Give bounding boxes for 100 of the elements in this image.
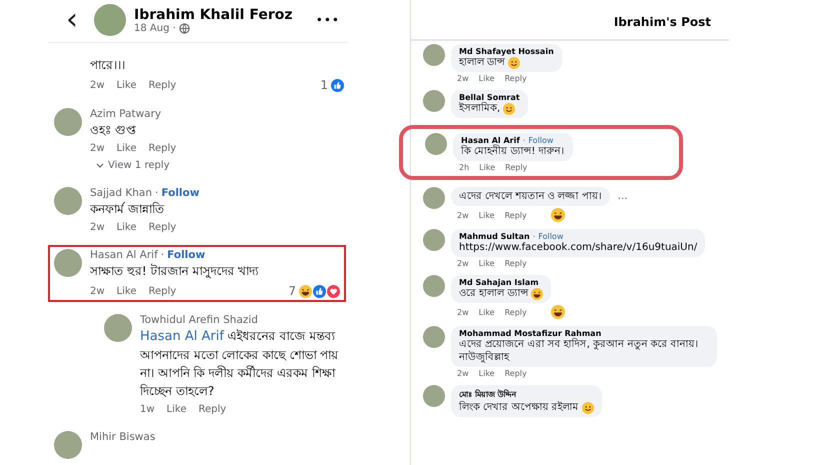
commenter-name[interactable]: Md Shafayet Hossain: [459, 47, 554, 56]
comment-text: ওহঃ গুপ্ত: [90, 122, 137, 139]
comment-time: 2w: [90, 80, 105, 90]
avatar-photo: [423, 44, 445, 66]
laughing-emoji-icon: [550, 305, 565, 319]
commenter-name[interactable]: Mahmud Sultan: [459, 232, 530, 241]
commenter-name[interactable]: Md Sahajan Islam: [459, 278, 539, 287]
commenter-name[interactable]: Bellal Somrat: [459, 93, 520, 102]
comment-action[interactable]: Like: [478, 74, 495, 83]
comment-action[interactable]: Reply: [504, 259, 527, 268]
back-button[interactable]: ‹: [66, 8, 86, 32]
separator-dot: ·: [155, 187, 158, 199]
smiling-emoji-icon: [582, 402, 594, 414]
comment-action[interactable]: Reply: [504, 210, 527, 220]
avatar-photo: [54, 431, 82, 459]
comment-action[interactable]: Reply: [148, 143, 176, 154]
avatar-photo: [54, 187, 82, 215]
comment-action[interactable]: Like: [479, 163, 496, 172]
commenter-name[interactable]: Towhidul Arefin Shazid: [140, 314, 258, 326]
commenter-name[interactable]: Azim Patwary: [90, 108, 162, 120]
comment-text: পারে।।।: [90, 57, 126, 74]
avatar-photo: [425, 133, 447, 155]
comment-text: লিংক দেখার অপেক্ষায় রইলাম: [459, 401, 579, 414]
author-name[interactable]: Ibrahim Khalil Feroz: [134, 6, 308, 22]
mention-link[interactable]: Hasan Al Arif: [140, 329, 224, 344]
post-date: 18 Aug ·: [134, 22, 176, 34]
comment-time: 1w: [140, 404, 155, 415]
comment-action[interactable]: Like: [116, 222, 136, 233]
separator-dot: ·: [160, 249, 164, 261]
follow-link[interactable]: Follow: [538, 232, 564, 241]
like-icon: [313, 284, 326, 298]
comment-action[interactable]: Reply: [505, 163, 528, 172]
comment-action[interactable]: Reply: [148, 222, 176, 233]
comment-action[interactable]: Like: [478, 369, 495, 378]
laughing-emoji-icon: [550, 208, 565, 222]
avatar-photo: [54, 249, 82, 277]
smiling-emoji-icon: [508, 56, 520, 68]
comment-text: হালাল ডান্স: [459, 56, 506, 69]
chevron-down-icon: [96, 162, 104, 168]
commenter-name[interactable]: Sajjad Khan: [90, 187, 152, 199]
comment-action[interactable]: Like: [478, 210, 495, 220]
more-options-button[interactable]: ...: [618, 191, 628, 202]
avatar-photo: [423, 275, 445, 297]
comment-time: 2w: [90, 143, 105, 154]
comment-text: কি মোহনীয় ড্যান্স! দারুন।: [461, 145, 565, 158]
like-icon: [331, 78, 344, 92]
commenter-name[interactable]: Hasan Al Arif: [461, 136, 520, 145]
commenter-name[interactable]: Hasan Al Arif: [90, 249, 158, 261]
commenter-name[interactable]: Mohammad Mostafizur Rahman: [459, 329, 602, 338]
comment-action[interactable]: Like: [116, 286, 136, 296]
comment-action[interactable]: Reply: [504, 74, 527, 83]
comment-text: সাক্ষাত হুর! টারজান মাসুদদের খাদ্য: [90, 262, 260, 280]
avatar-photo: [94, 4, 126, 36]
comment-text: ওরে হালাল ড্যান্স: [459, 287, 528, 300]
follow-link[interactable]: Follow: [161, 187, 200, 199]
comment-time: 2w: [457, 74, 469, 83]
comment-time: 2w: [90, 286, 105, 296]
reaction-count: 1: [320, 78, 328, 92]
comment-text: Hasan Al Arif এইধরনের বাজে মন্তব্য আপনাদের মতো লোকের কাছে শোভা পায় না। আপনি কি দলীয় কর্মীদের এরকম শিক্ষা দিচ্ছেন তাহলে?: [140, 328, 340, 400]
laughing-emoji-icon: [299, 284, 312, 298]
comment-time: 2w: [457, 308, 469, 316]
follow-link[interactable]: Follow: [167, 249, 206, 261]
separator-dot: ·: [522, 136, 526, 145]
comment-text: এদের দেখলে শয়তান ও লজ্জা পায়।: [459, 190, 602, 203]
comment-action[interactable]: Reply: [504, 369, 527, 378]
avatar-photo: [423, 326, 445, 348]
view-replies-link[interactable]: View 1 reply: [108, 160, 170, 171]
commenter-name[interactable]: Mihir Biswas: [90, 431, 156, 443]
comment-action[interactable]: Like: [478, 259, 495, 268]
comment-time: 2h: [459, 163, 470, 172]
comment-text: https://www.facebook.com/share/v/16u9tuaiUn/: [459, 241, 698, 254]
comment-action[interactable]: Reply: [504, 308, 527, 316]
post-title: Ibrahim's Post: [411, 0, 729, 41]
separator-dot: ·: [532, 232, 536, 241]
comment-text: ইসলামিক,: [459, 102, 500, 115]
comment-action[interactable]: Like: [116, 143, 136, 154]
avatar-photo: [423, 187, 445, 209]
avatar-photo: [423, 385, 445, 407]
comment-time: 2w: [90, 222, 105, 233]
comment-time: 2w: [457, 369, 469, 378]
avatar-photo: [104, 314, 132, 342]
comment-text: কনফার্ম জান্নাতি: [90, 200, 166, 218]
avatar-photo: [423, 229, 445, 251]
comment-action[interactable]: Reply: [148, 80, 176, 90]
comment-text: এদের প্রয়োজনে এরা সব হাদিস, কুরআন নতুন করে বানায়। নাউজুবিল্লাহ: [459, 338, 700, 364]
follow-link[interactable]: Follow: [528, 136, 554, 145]
avatar-photo: [423, 90, 445, 112]
comment-action[interactable]: Like: [116, 80, 136, 90]
comment-action[interactable]: Like: [166, 404, 186, 415]
comment-time: 2w: [457, 259, 469, 268]
comment-action[interactable]: Like: [478, 308, 495, 316]
reaction-count: 7: [288, 284, 296, 298]
smiling-emoji-icon: [503, 102, 516, 114]
laughing-emoji-icon: [531, 288, 544, 300]
commenter-name[interactable]: মোঃ মিয়াজ উদ্দিন: [459, 388, 517, 401]
more-options-button[interactable]: •••: [316, 13, 340, 27]
globe-icon: [178, 22, 190, 34]
comment-action[interactable]: Reply: [148, 286, 176, 296]
comment-time: 2w: [457, 210, 469, 220]
comment-action[interactable]: Reply: [198, 404, 226, 415]
